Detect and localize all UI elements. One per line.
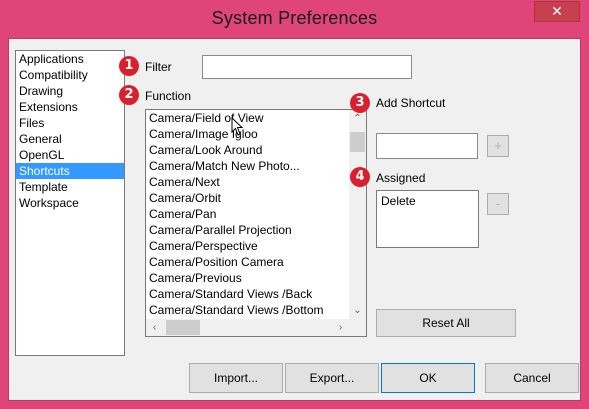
window-title: System Preferences: [211, 8, 378, 28]
category-item-compatibility[interactable]: Compatibility: [16, 67, 124, 83]
category-item-applications[interactable]: Applications: [16, 51, 124, 67]
callout-badge-2: 2: [119, 85, 139, 105]
cancel-button[interactable]: Cancel: [485, 363, 579, 393]
function-vertical-scrollbar[interactable]: ⌃ ⌄: [349, 110, 366, 319]
add-shortcut-button[interactable]: +: [487, 135, 509, 157]
remove-shortcut-button[interactable]: -: [487, 193, 509, 215]
dialog-client-area: Applications Compatibility Drawing Exten…: [8, 38, 581, 401]
filter-label: Filter: [145, 60, 172, 74]
mouse-pointer-icon: [231, 117, 244, 136]
function-list-items: Camera/Field of View Camera/Image Igloo …: [146, 110, 349, 319]
category-item-files[interactable]: Files: [16, 115, 124, 131]
add-shortcut-label: Add Shortcut: [376, 96, 446, 110]
shortcut-input[interactable]: [376, 133, 478, 159]
assigned-list[interactable]: Delete: [376, 190, 479, 248]
category-item-template[interactable]: Template: [16, 179, 124, 195]
function-item[interactable]: Camera/Perspective: [146, 238, 349, 254]
assigned-item[interactable]: Delete: [377, 191, 478, 208]
ok-button[interactable]: OK: [381, 363, 475, 393]
category-item-workspace[interactable]: Workspace: [16, 195, 124, 211]
function-item[interactable]: Camera/Previous: [146, 270, 349, 286]
scroll-down-icon[interactable]: ⌄: [349, 302, 366, 319]
function-item[interactable]: Camera/Standard Views /Back: [146, 286, 349, 302]
function-horizontal-scrollbar[interactable]: ‹ ›: [146, 319, 349, 336]
import-button[interactable]: Import...: [189, 363, 283, 393]
function-item[interactable]: Camera/Next: [146, 174, 349, 190]
function-label: Function: [145, 89, 192, 103]
reset-all-button[interactable]: Reset All: [376, 309, 516, 337]
callout-badge-4: 4: [350, 167, 370, 187]
callout-badge-3: 3: [350, 93, 370, 113]
vertical-scroll-thumb[interactable]: [350, 132, 365, 152]
function-item[interactable]: Camera/Orbit: [146, 190, 349, 206]
export-button[interactable]: Export...: [285, 363, 379, 393]
filter-input[interactable]: [202, 55, 412, 79]
function-item[interactable]: Camera/Look Around: [146, 142, 349, 158]
function-item[interactable]: Camera/Position Camera: [146, 254, 349, 270]
horizontal-scroll-thumb[interactable]: [166, 320, 200, 335]
function-item[interactable]: Camera/Image Igloo: [146, 126, 349, 142]
callout-badge-1: 1: [119, 56, 139, 76]
function-item[interactable]: Camera/Parallel Projection: [146, 222, 349, 238]
category-list[interactable]: Applications Compatibility Drawing Exten…: [15, 50, 125, 356]
title-bar[interactable]: System Preferences ✕: [0, 0, 589, 38]
function-item[interactable]: Camera/Pan: [146, 206, 349, 222]
scrollbar-corner: [349, 319, 366, 336]
function-item[interactable]: Camera/Standard Views /Bottom: [146, 302, 349, 318]
function-item[interactable]: Camera/Field of View: [146, 110, 349, 126]
assigned-label: Assigned: [376, 171, 426, 185]
category-item-general[interactable]: General: [16, 131, 124, 147]
function-item[interactable]: Camera/Match New Photo...: [146, 158, 349, 174]
category-item-drawing[interactable]: Drawing: [16, 83, 124, 99]
close-button[interactable]: ✕: [534, 1, 580, 22]
category-item-shortcuts[interactable]: Shortcuts: [16, 163, 124, 179]
function-list[interactable]: Camera/Field of View Camera/Image Igloo …: [145, 109, 367, 337]
category-item-extensions[interactable]: Extensions: [16, 99, 124, 115]
scroll-left-icon[interactable]: ‹: [146, 319, 163, 336]
scroll-right-icon[interactable]: ›: [332, 319, 349, 336]
preferences-window: System Preferences ✕ Applications Compat…: [0, 0, 589, 409]
category-item-opengl[interactable]: OpenGL: [16, 147, 124, 163]
